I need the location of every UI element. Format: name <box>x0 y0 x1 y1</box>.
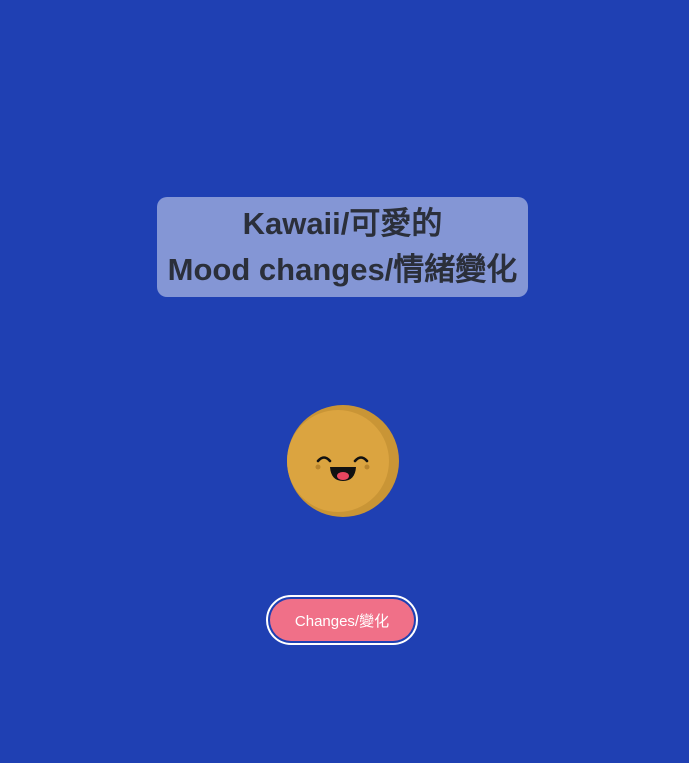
changes-button-label: Changes/變化 <box>270 599 414 641</box>
right-cheek <box>364 464 370 470</box>
face-base <box>287 410 389 512</box>
tongue-icon <box>337 472 349 480</box>
changes-button[interactable]: Changes/變化 <box>266 595 418 645</box>
mood-face <box>287 405 399 517</box>
title-card: Kawaii/可愛的 Mood changes/情緒變化 <box>157 197 528 297</box>
title-line-mood-changes: Mood changes/情緒變化 <box>167 252 518 287</box>
smiling-face-icon <box>287 405 399 517</box>
left-cheek <box>315 464 321 470</box>
title-line-kawaii: Kawaii/可愛的 <box>242 206 443 241</box>
